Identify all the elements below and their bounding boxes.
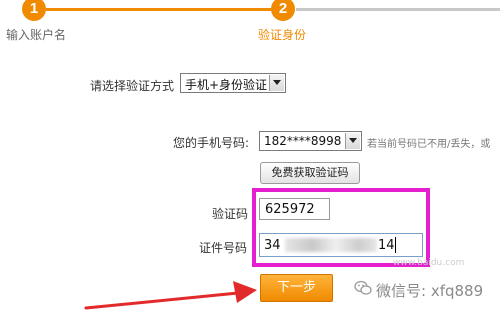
wechat-watermark-text: 微信号: xfq889 [376,282,484,300]
wechat-icon [354,280,372,295]
faint-watermark-text: www.baidu.com [393,258,465,268]
